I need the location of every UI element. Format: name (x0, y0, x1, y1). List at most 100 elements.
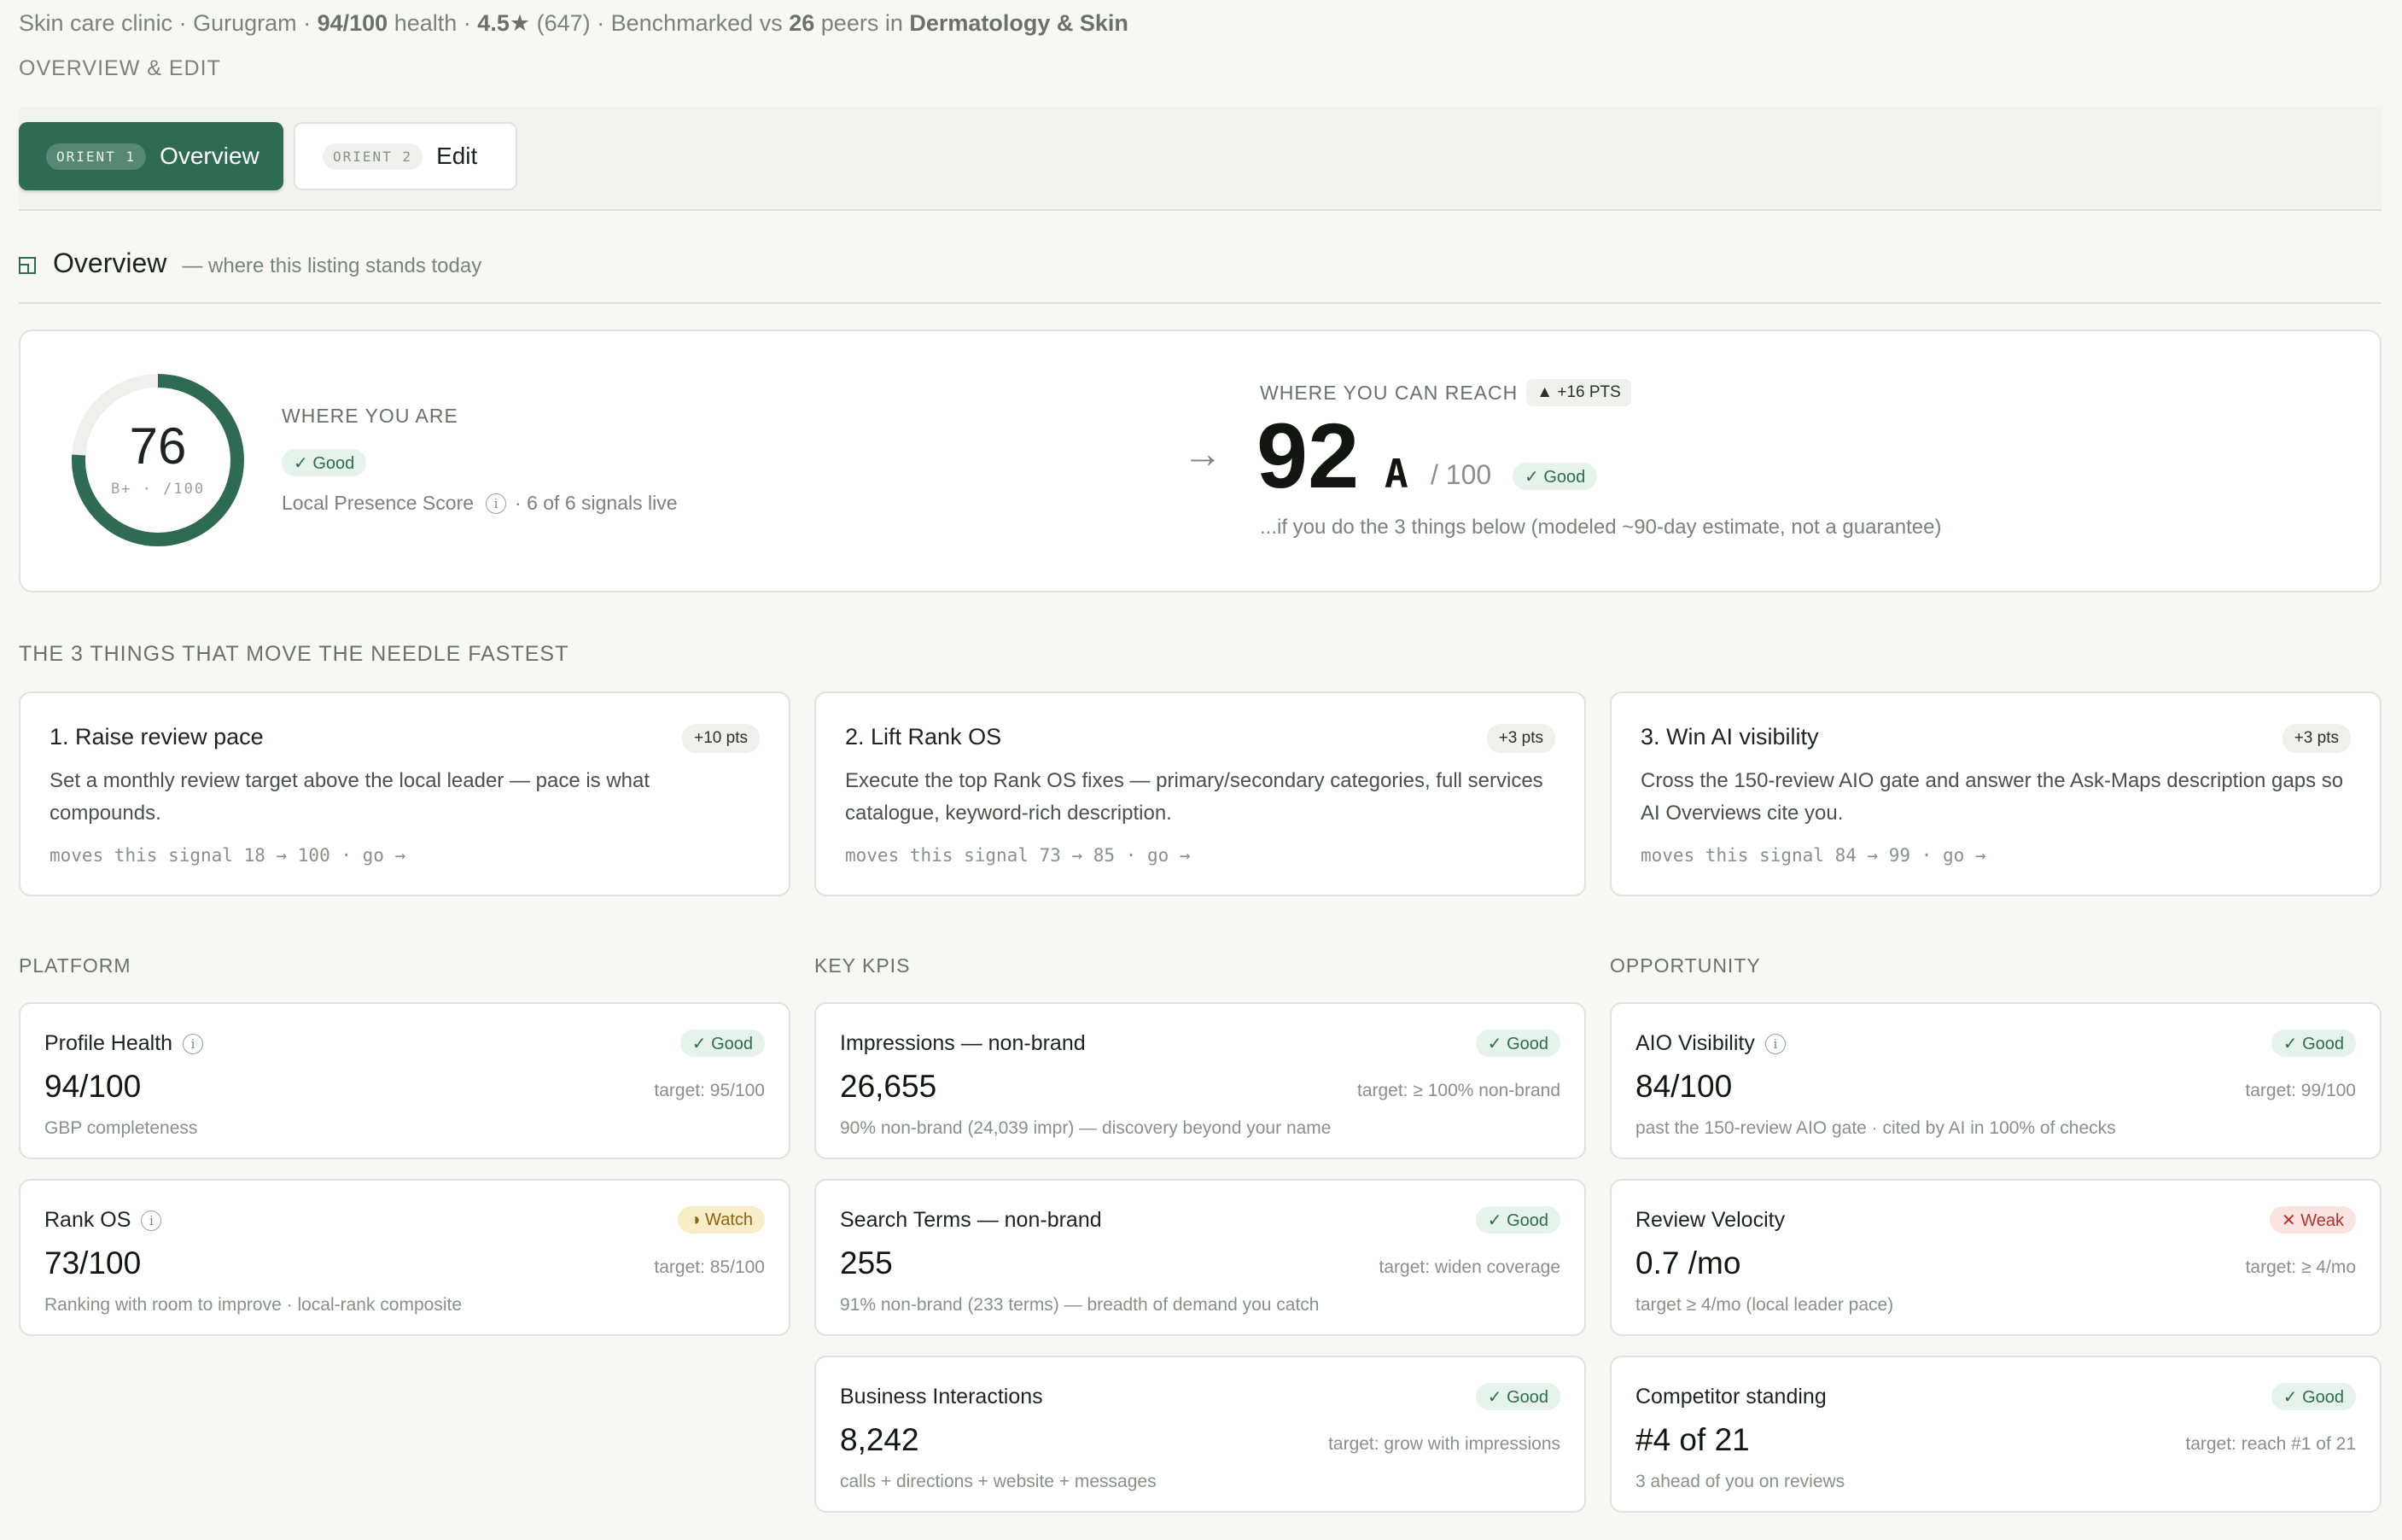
section-title: Overview (53, 248, 167, 278)
category: Dermatology & Skin (909, 10, 1128, 36)
section-subtitle: — where this listing stands today (182, 254, 482, 277)
status-badge: ◑ Watch (678, 1206, 765, 1234)
health-value: 94/100 (317, 10, 388, 36)
metric-name: Local Presence Score (282, 492, 475, 514)
action-title: 3. Win AI visibility (1641, 724, 1819, 750)
action-go-link[interactable]: moves this signal 73 → 85 · go → (845, 845, 1191, 866)
reach-heading: WHERE YOU CAN REACH ▲ +16 PTS (1260, 379, 1631, 406)
delta-chip: ▲ +16 PTS (1526, 379, 1631, 406)
status-badge: ✓ Good (1475, 1383, 1560, 1410)
listing-summary: Skin care clinic · Gurugram · 94/100 hea… (19, 10, 1128, 36)
kpi-target: target: 85/100 (654, 1257, 765, 1277)
score-hero-card: 76 B+ · /100 WHERE YOU ARE ✓ Good Local … (19, 330, 2382, 592)
column-title-kpis: KEY KPIS (814, 954, 911, 977)
signals-live: · 6 of 6 signals live (515, 492, 678, 514)
action-description: Cross the 150-review AIO gate and answer… (1641, 769, 2344, 825)
action-card-ai-visibility[interactable]: 3. Win AI visibility +3 pts Cross the 15… (1610, 691, 2382, 896)
peer-count: 26 (789, 10, 815, 36)
section-divider (19, 302, 2382, 304)
kpi-title-row: Profile Health i (44, 1031, 212, 1056)
kpi-card-rank-os[interactable]: Rank OS i ◑ Watch 73/100 target: 85/100 R… (19, 1179, 790, 1336)
kpi-value: 84/100 (1635, 1069, 1733, 1104)
status-badge: ✓ Good (1513, 463, 1598, 490)
action-card-rank-os[interactable]: 2. Lift Rank OS +3 pts Execute the top R… (814, 691, 1586, 896)
kpi-title: Search Terms — non-brand (840, 1208, 1102, 1232)
kpi-title: Competitor standing (1635, 1385, 1827, 1409)
score-caption: Local Presence Score i · 6 of 6 signals … (282, 492, 678, 515)
clinic-type: Skin care clinic (19, 10, 173, 36)
kpi-subtext: GBP completeness (44, 1118, 198, 1138)
column-title-platform: PLATFORM (19, 954, 131, 977)
action-description: Set a monthly review target above the lo… (50, 769, 650, 825)
kpi-card-review-velocity[interactable]: Review Velocity ✕ Weak 0.7 /mo target: ≥… (1610, 1179, 2382, 1336)
kpi-title: Review Velocity (1635, 1208, 1786, 1232)
target-out-of: / 100 (1431, 459, 1492, 490)
tab-pill: ORIENT 2 (323, 143, 423, 170)
kpi-card-competitor-standing[interactable]: Competitor standing ✓ Good #4 of 21 targ… (1610, 1356, 2382, 1513)
kpi-title: Business Interactions (840, 1385, 1043, 1409)
bench-prefix: Benchmarked vs (610, 10, 783, 36)
status-badge: ✓ Good (282, 449, 367, 476)
action-go-link[interactable]: moves this signal 84 → 99 · go → (1641, 845, 1986, 866)
target-grade: A (1385, 451, 1408, 497)
points-badge: +3 pts (1486, 724, 1555, 753)
status-badge: ✓ Good (679, 1030, 765, 1057)
review-count: (647) (536, 10, 591, 36)
star-icon: ★ (509, 10, 531, 36)
info-icon[interactable]: i (183, 1033, 204, 1054)
kpi-title: Impressions — non-brand (840, 1031, 1086, 1055)
status-badge: ✓ Good (1475, 1206, 1560, 1234)
status-badge: ✓ Good (2271, 1383, 2356, 1410)
kpi-target: target: reach #1 of 21 (2185, 1434, 2356, 1454)
status-badge: ✓ Good (2271, 1030, 2356, 1057)
kpi-subtext: 91% non-brand (233 terms) — breadth of d… (840, 1295, 1320, 1315)
kpi-target: target: 99/100 (2245, 1081, 2356, 1100)
kpi-value: 94/100 (44, 1069, 142, 1104)
overview-panel-icon (19, 257, 36, 274)
kpi-target: target: grow with impressions (1328, 1434, 1560, 1454)
kpi-card-business-interactions[interactable]: Business Interactions ✓ Good 8,242 targe… (814, 1356, 1586, 1513)
city: Gurugram (193, 10, 297, 36)
tab-label: Edit (436, 143, 478, 169)
peers-in: peers in (820, 10, 903, 36)
action-title: 2. Lift Rank OS (845, 724, 1002, 750)
info-icon[interactable]: i (141, 1210, 162, 1231)
kpi-target: target: ≥ 100% non-brand (1356, 1081, 1560, 1100)
target-score: 92 (1256, 404, 1360, 507)
kpi-title-row: Rank OS i (44, 1208, 170, 1233)
kpi-subtext: 90% non-brand (24,039 impr) — discovery … (840, 1118, 1332, 1138)
target-note: ...if you do the 3 things below (modeled… (1260, 516, 1942, 539)
kpi-value: 73/100 (44, 1245, 142, 1280)
tab-edit[interactable]: ORIENT 2 Edit (294, 122, 517, 190)
action-description: Execute the top Rank OS fixes — primary/… (845, 769, 1543, 825)
kpi-title: AIO Visibility (1635, 1031, 1755, 1055)
kpi-card-search-terms[interactable]: Search Terms — non-brand ✓ Good 255 targ… (814, 1179, 1586, 1336)
kpi-value: #4 of 21 (1635, 1422, 1750, 1457)
section-heading: Overview — where this listing stands tod… (19, 248, 481, 279)
kpi-card-profile-health[interactable]: Profile Health i ✓ Good 94/100 target: 95… (19, 1002, 790, 1159)
health-word: health (394, 10, 458, 36)
kpi-subtext: 3 ahead of you on reviews (1635, 1472, 1845, 1491)
rating-value: 4.5 (477, 10, 510, 36)
action-card-review-pace[interactable]: 1. Raise review pace +10 pts Set a month… (19, 691, 790, 896)
kpi-subtext: target ≥ 4/mo (local leader pace) (1635, 1295, 1894, 1315)
info-icon[interactable]: i (486, 493, 507, 514)
kpi-target: target: ≥ 4/mo (2245, 1257, 2356, 1277)
status-badge: ✕ Weak (2269, 1206, 2356, 1234)
page-overline: OVERVIEW & EDIT (19, 56, 221, 80)
points-badge: +10 pts (682, 724, 760, 753)
where-you-are-label: WHERE YOU ARE (282, 405, 458, 427)
kpi-title: Rank OS (44, 1208, 131, 1232)
action-go-link[interactable]: moves this signal 18 → 100 · go → (50, 845, 405, 866)
reach-label: WHERE YOU CAN REACH (1260, 381, 1519, 404)
points-badge: +3 pts (2282, 724, 2351, 753)
kpi-value: 8,242 (840, 1422, 919, 1457)
kpi-card-aio-visibility[interactable]: AIO Visibility i ✓ Good 84/100 target: 99… (1610, 1002, 2382, 1159)
tab-overview[interactable]: ORIENT 1 Overview (19, 122, 283, 190)
tab-bar: ORIENT 1 Overview ORIENT 2 Edit (19, 107, 2382, 211)
kpi-card-impressions[interactable]: Impressions — non-brand ✓ Good 26,655 ta… (814, 1002, 1586, 1159)
info-icon[interactable]: i (1764, 1033, 1786, 1054)
status-badge: ✓ Good (1475, 1030, 1560, 1057)
kpi-target: target: 95/100 (654, 1081, 765, 1100)
kpi-subtext: past the 150-review AIO gate · cited by … (1635, 1118, 2116, 1138)
